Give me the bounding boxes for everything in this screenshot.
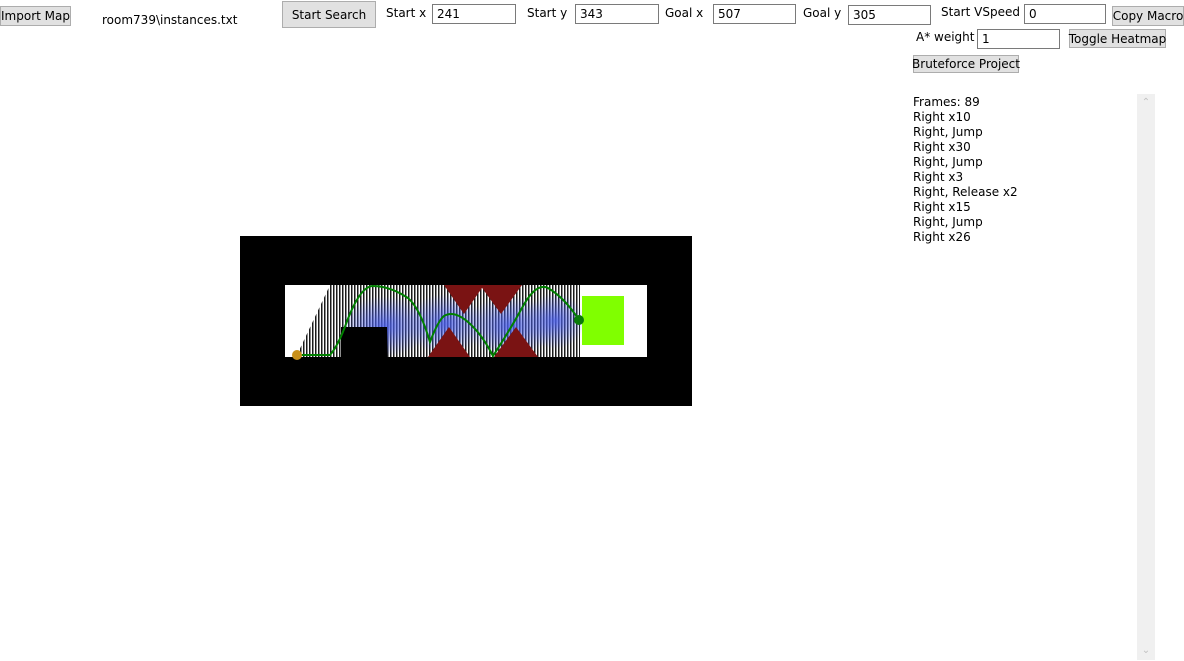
scroll-up-icon[interactable]: ⌃ [1137,96,1155,110]
output-line: Right, Jump [913,215,983,229]
output-line: Right, Release x2 [913,185,1018,199]
copy-macro-button[interactable]: Copy Macro [1112,6,1184,26]
astar-weight-label: A* weight [916,30,975,44]
goal-x-label: Goal x [665,6,704,20]
output-scrollbar[interactable]: ⌃ ⌄ [1137,94,1155,660]
output-line: Right x10 [913,110,971,124]
start-y-input[interactable] [575,4,659,24]
output-line: Right x26 [913,230,971,244]
start-y-label: Start y [527,6,568,20]
bruteforce-project-button[interactable]: Bruteforce Project [912,55,1020,73]
start-search-button[interactable]: Start Search [282,1,376,28]
start-vspeed-input[interactable] [1024,4,1106,24]
output-line: Right x30 [913,140,971,154]
output-line: Right, Jump [913,125,983,139]
file-path-label: room739\instances.txt [102,13,238,27]
macro-output-textbox[interactable]: Frames: 89 Right x10 Right, Jump Right x… [913,95,1135,655]
goal-x-input[interactable] [713,4,796,24]
import-map-button[interactable]: Import Map [0,6,71,26]
goal-zone [582,296,624,345]
start-vspeed-label: Start VSpeed [941,5,1020,19]
goal-marker [574,315,584,325]
output-line: Right x15 [913,200,971,214]
goal-y-label: Goal y [803,6,842,20]
start-x-input[interactable] [432,4,516,24]
toggle-heatmap-button[interactable]: Toggle Heatmap [1069,29,1166,48]
start-x-label: Start x [386,6,427,20]
astar-weight-input[interactable] [977,29,1060,49]
output-line: Right x3 [913,170,964,184]
output-line: Frames: 89 [913,95,980,109]
block-obstacle [341,327,387,357]
scroll-down-icon[interactable]: ⌄ [1137,644,1155,658]
output-line: Right, Jump [913,155,983,169]
start-marker [292,350,302,360]
map-canvas[interactable] [240,236,692,406]
goal-y-input[interactable] [848,5,931,25]
